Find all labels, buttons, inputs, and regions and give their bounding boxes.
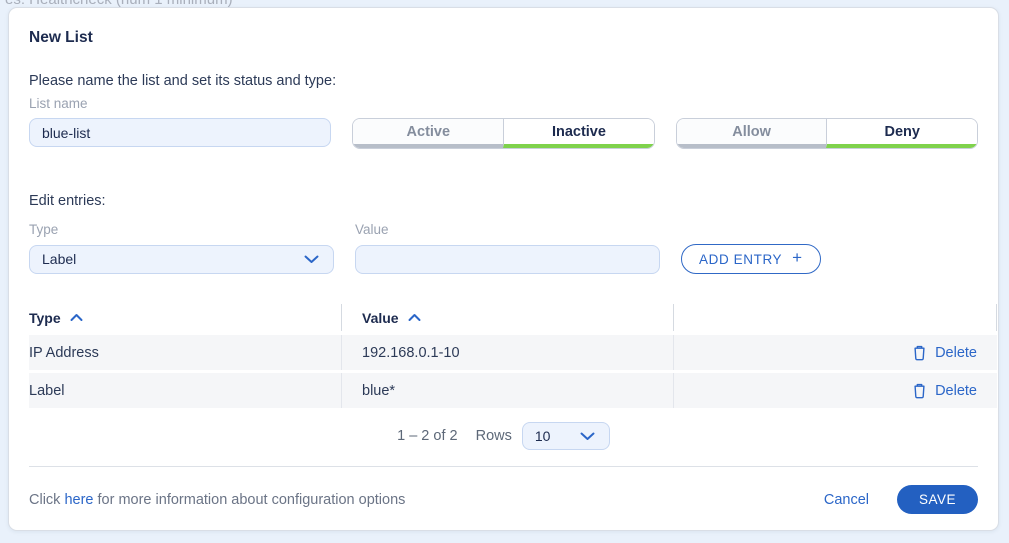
delete-label: Delete <box>935 345 977 361</box>
entry-type-label: Type <box>29 221 355 239</box>
list-name-label: List name <box>29 95 978 113</box>
save-button[interactable]: SAVE <box>897 485 978 514</box>
footer-divider <box>29 466 978 467</box>
plus-icon: + <box>792 248 803 268</box>
rows-per-page-label: Rows <box>476 428 512 444</box>
status-option-active[interactable]: Active <box>353 119 503 148</box>
entries-table: Type Value IP Address 192.168.0.1-1 <box>29 304 997 408</box>
delete-entry-button[interactable]: Delete <box>912 383 977 399</box>
entry-value-label: Value <box>355 221 389 239</box>
entry-type-selected-value: Label <box>42 251 76 267</box>
cell-type: Label <box>29 373 341 408</box>
entry-form-controls: Label ADD ENTRY + <box>29 244 978 274</box>
cell-type: IP Address <box>29 335 341 370</box>
dialog-title: New List <box>29 29 978 47</box>
trash-icon <box>912 345 927 361</box>
rows-per-page-select[interactable]: 10 <box>522 422 610 450</box>
column-header-type-label: Type <box>29 310 61 326</box>
list-type-toggle: Allow Deny <box>676 118 978 149</box>
cell-value: blue* <box>341 373 673 408</box>
table-header-row: Type Value <box>29 304 997 331</box>
trash-icon <box>912 383 927 399</box>
rows-per-page-group: Rows 10 <box>476 422 610 450</box>
intro-text: Please name the list and set its status … <box>29 71 978 91</box>
new-list-dialog: New List Please name the list and set it… <box>8 7 999 531</box>
column-header-value[interactable]: Value <box>341 304 673 331</box>
entry-form-labels: Type Value <box>29 221 978 239</box>
list-type-option-allow-label: Allow <box>732 124 771 140</box>
entry-value-input[interactable] <box>355 245 660 274</box>
info-link[interactable]: here <box>64 492 93 508</box>
footer-actions: Cancel SAVE <box>824 485 978 514</box>
add-entry-button[interactable]: ADD ENTRY + <box>681 244 821 274</box>
info-suffix: for more information about configuration… <box>93 492 405 508</box>
table-row: Label blue* Delete <box>29 373 997 408</box>
pagination-range: 1 – 2 of 2 <box>397 428 457 444</box>
rows-per-page-value: 10 <box>535 428 551 444</box>
dialog-footer: Click here for more information about co… <box>29 485 978 514</box>
sort-ascending-icon <box>70 313 83 322</box>
column-header-actions <box>673 304 996 331</box>
status-option-inactive[interactable]: Inactive <box>503 119 654 148</box>
table-row: IP Address 192.168.0.1-10 Delete <box>29 335 997 370</box>
name-and-toggles-row: Active Inactive Allow Deny <box>29 118 978 149</box>
cell-value: 192.168.0.1-10 <box>341 335 673 370</box>
info-text: Click here for more information about co… <box>29 492 405 508</box>
status-toggle: Active Inactive <box>352 118 654 149</box>
list-type-option-deny[interactable]: Deny <box>826 119 977 148</box>
status-option-active-label: Active <box>407 124 451 140</box>
column-header-type[interactable]: Type <box>29 304 341 331</box>
add-entry-label: ADD ENTRY <box>699 252 782 267</box>
edit-entries-heading: Edit entries: <box>29 193 978 209</box>
info-prefix: Click <box>29 492 64 508</box>
cell-actions: Delete <box>673 335 997 370</box>
delete-entry-button[interactable]: Delete <box>912 345 977 361</box>
list-type-option-deny-label: Deny <box>884 124 919 140</box>
list-type-option-allow[interactable]: Allow <box>677 119 827 148</box>
column-header-value-label: Value <box>362 310 399 326</box>
cell-actions: Delete <box>673 373 997 408</box>
pagination: 1 – 2 of 2 Rows 10 <box>29 422 978 450</box>
sort-ascending-icon <box>408 313 421 322</box>
status-option-inactive-label: Inactive <box>552 124 606 140</box>
chevron-down-icon <box>580 432 595 441</box>
cancel-button[interactable]: Cancel <box>824 492 869 508</box>
entry-type-select[interactable]: Label <box>29 245 334 274</box>
list-name-input[interactable] <box>29 118 331 147</box>
chevron-down-icon <box>304 255 319 264</box>
delete-label: Delete <box>935 383 977 399</box>
